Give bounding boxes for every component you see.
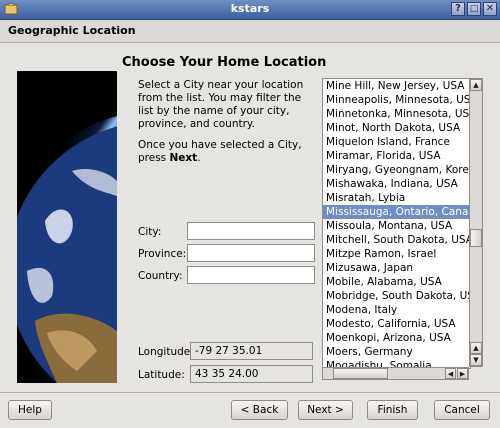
wizard-step-title: Geographic Location bbox=[8, 24, 136, 37]
next-button[interactable]: Next > bbox=[298, 400, 353, 420]
instruction-suffix: . bbox=[197, 152, 201, 164]
longitude-field: -79 27 35.01 bbox=[190, 342, 313, 360]
city-list-item[interactable]: Modena, Italy bbox=[323, 303, 470, 317]
city-input[interactable] bbox=[187, 222, 315, 240]
province-input[interactable] bbox=[187, 244, 315, 262]
city-list-item[interactable]: Miquelon Island, France bbox=[323, 135, 470, 149]
city-list-item[interactable]: Minnetonka, Minnesota, USA bbox=[323, 107, 470, 121]
window-title: kstars bbox=[230, 2, 270, 15]
earth-image bbox=[17, 71, 117, 383]
city-list-item[interactable]: Miryang, Gyeongnam, Korea bbox=[323, 163, 470, 177]
instructions-text: Select a City near your location from th… bbox=[138, 79, 304, 130]
city-list-item[interactable]: Moers, Germany bbox=[323, 345, 470, 359]
city-list-horizontal-scrollbar[interactable]: ◀ ▶ bbox=[322, 367, 469, 380]
city-list-item[interactable]: Mitzpe Ramon, Israel bbox=[323, 247, 470, 261]
horizontal-scroll-thumb[interactable] bbox=[333, 368, 388, 379]
window-titlebar: kstars ? □ ✕ bbox=[0, 0, 500, 20]
city-list[interactable]: Mine Hill, New Jersey, USA Minneapolis, M… bbox=[322, 78, 471, 369]
city-list-item[interactable]: Missoula, Montana, USA bbox=[323, 219, 470, 233]
scroll-down-icon[interactable]: ▼ bbox=[470, 354, 482, 366]
scroll-up-icon[interactable]: ▲ bbox=[470, 342, 482, 354]
province-label: Province: bbox=[138, 248, 187, 260]
finish-button[interactable]: Finish bbox=[367, 400, 418, 420]
city-list-item[interactable]: Mizusawa, Japan bbox=[323, 261, 470, 275]
vertical-scroll-thumb[interactable] bbox=[470, 229, 482, 247]
city-list-item[interactable]: Minneapolis, Minnesota, USA bbox=[323, 93, 470, 107]
country-label: Country: bbox=[138, 270, 183, 282]
city-list-vertical-scrollbar[interactable]: ▲ ▲ ▼ bbox=[469, 78, 483, 367]
city-list-item[interactable]: Misratah, Lybia bbox=[323, 191, 470, 205]
earth-illustration bbox=[17, 71, 117, 383]
city-list-item[interactable]: Moenkopi, Arizona, USA bbox=[323, 331, 470, 345]
city-list-item[interactable]: Mobile, Alabama, USA bbox=[323, 275, 470, 289]
longitude-label: Longitude: bbox=[138, 346, 194, 358]
scroll-right-icon[interactable]: ▶ bbox=[457, 368, 468, 379]
next-instruction: Once you have selected a City, press Nex… bbox=[138, 139, 318, 165]
country-input[interactable] bbox=[187, 266, 315, 284]
back-button[interactable]: < Back bbox=[231, 400, 288, 420]
page-title: Choose Your Home Location bbox=[122, 55, 327, 70]
city-list-item[interactable]: Mishawaka, Indiana, USA bbox=[323, 177, 470, 191]
scroll-left-icon[interactable]: ◀ bbox=[445, 368, 456, 379]
instruction-next-word: Next bbox=[169, 152, 198, 164]
city-list-item[interactable]: Mississauga, Ontario, Canada bbox=[323, 205, 470, 219]
city-list-item[interactable]: Mitchell, South Dakota, USA bbox=[323, 233, 470, 247]
city-list-item[interactable]: Modesto, California, USA bbox=[323, 317, 470, 331]
help-window-button[interactable]: ? bbox=[451, 2, 465, 16]
help-button[interactable]: Help bbox=[8, 400, 52, 420]
maximize-window-button[interactable]: □ bbox=[467, 2, 481, 16]
city-list-item[interactable]: Mine Hill, New Jersey, USA bbox=[323, 79, 470, 93]
instruction-prefix: Once you have selected a City, press bbox=[138, 139, 302, 164]
close-window-button[interactable]: ✕ bbox=[483, 2, 497, 16]
latitude-label: Latitude: bbox=[138, 369, 185, 381]
footer-separator bbox=[0, 392, 500, 393]
city-label: City: bbox=[138, 226, 162, 238]
scroll-up-icon[interactable]: ▲ bbox=[470, 79, 482, 91]
cancel-button[interactable]: Cancel bbox=[434, 400, 490, 420]
city-list-item[interactable]: Minot, North Dakota, USA bbox=[323, 121, 470, 135]
city-list-item[interactable]: Miramar, Florida, USA bbox=[323, 149, 470, 163]
wizard-header: Geographic Location bbox=[0, 20, 500, 43]
city-list-item[interactable]: Mobridge, South Dakota, USA bbox=[323, 289, 470, 303]
latitude-field: 43 35 24.00 bbox=[190, 365, 313, 383]
